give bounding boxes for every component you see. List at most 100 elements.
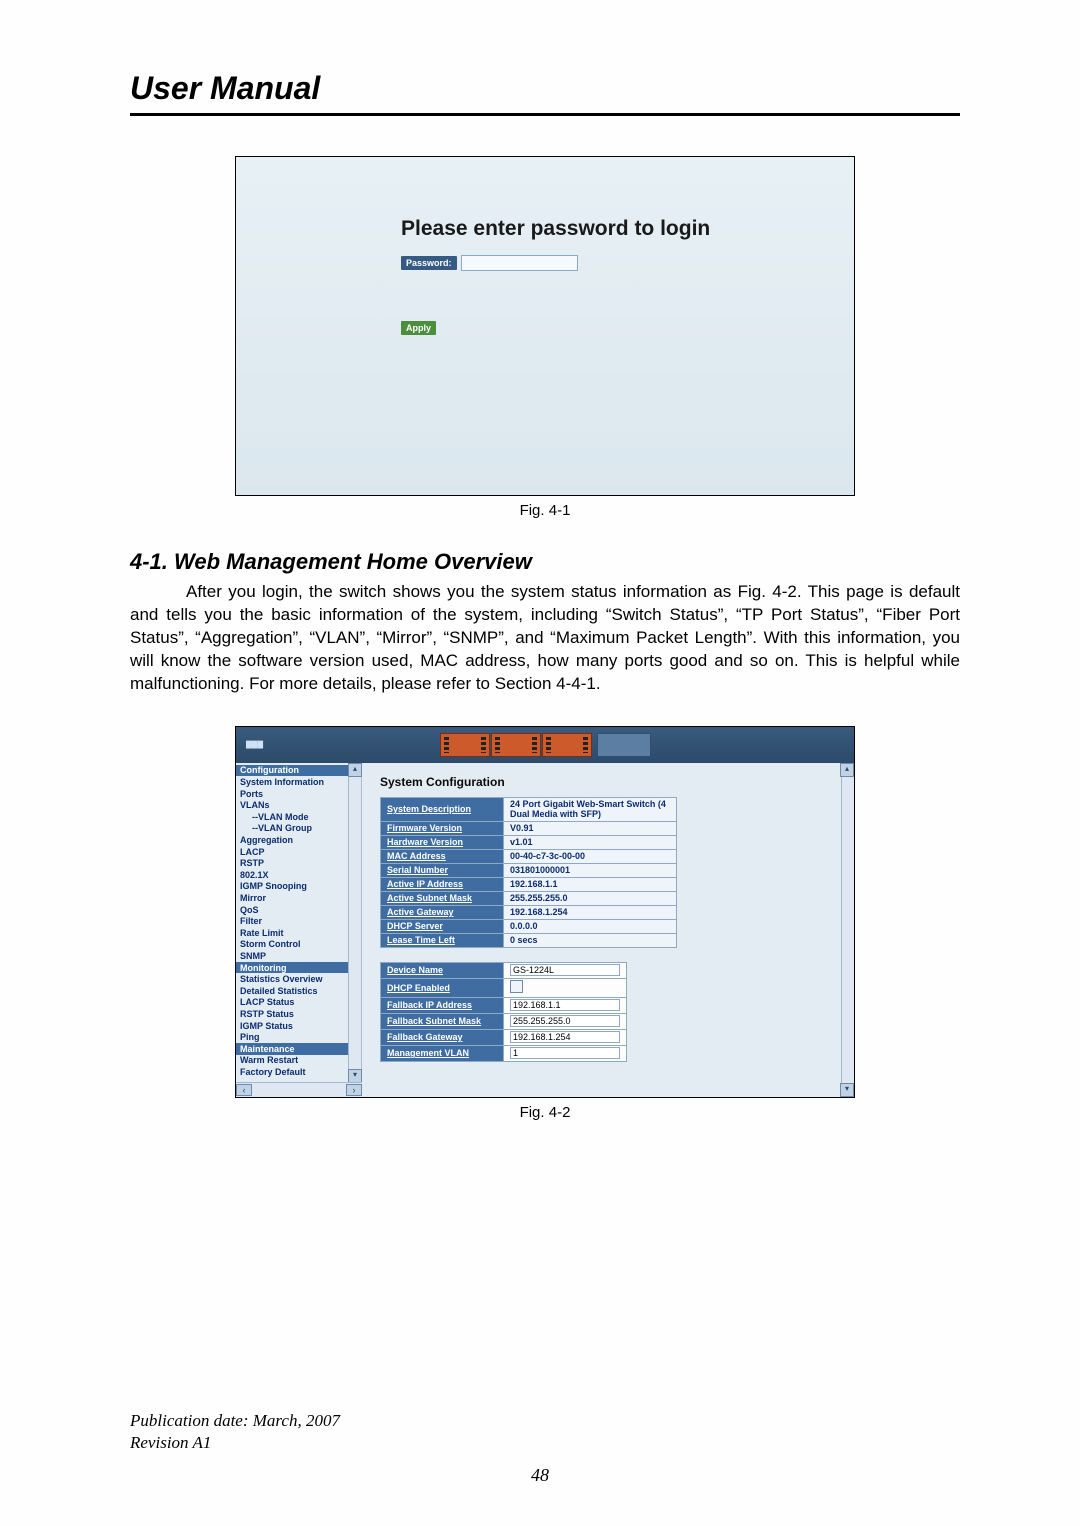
password-input[interactable] [461,255,578,271]
sidebar-item-vlans[interactable]: VLANs [236,799,361,811]
row-value: 192.168.1.254 [504,905,677,919]
row-value [504,962,627,978]
sidebar-item-igmp-status[interactable]: IGMP Status [236,1020,361,1032]
table-row: Fallback Gateway [381,1029,627,1045]
config-sidebar: ConfigurationSystem InformationPortsVLAN… [236,763,362,1097]
sidebar-item-filter[interactable]: Filter [236,915,361,927]
system-config-screenshot: ▄▄▄▀▀▀ ConfigurationSystem InformationPo… [235,726,855,1098]
switch-ports-graphic [440,733,651,757]
sidebar-scrollbar[interactable] [348,777,361,1069]
sidebar-scroll-down-icon[interactable]: ▾ [348,1069,362,1083]
sidebar-item-mirror[interactable]: Mirror [236,892,361,904]
row-key: System Description [381,797,504,821]
sidebar-item-statistics-overview[interactable]: Statistics Overview [236,973,361,985]
table-row: Fallback IP Address [381,997,627,1013]
sidebar-item-ports[interactable]: Ports [236,788,361,800]
row-value: v1.01 [504,835,677,849]
row-key: Hardware Version [381,835,504,849]
main-scroll-down-icon[interactable]: ▾ [840,1083,854,1097]
row-key: Management VLAN [381,1045,504,1061]
switch-banner: ▄▄▄▀▀▀ [236,727,854,763]
checkbox[interactable] [510,980,523,993]
table-row: Active IP Address192.168.1.1 [381,877,677,891]
row-key: Device Name [381,962,504,978]
row-value [504,997,627,1013]
sidebar-item-vlan-mode[interactable]: --VLAN Mode [236,811,361,823]
sidebar-item-factory-default[interactable]: Factory Default [236,1066,361,1078]
login-screenshot: Please enter password to login Password:… [235,156,855,496]
banner-logo: ▄▄▄▀▀▀ [246,737,263,753]
publication-block: Publication date: March, 2007 Revision A… [130,1410,340,1454]
text-input[interactable] [510,1031,620,1043]
row-key: MAC Address [381,849,504,863]
sidebar-item-maintenance: Maintenance [236,1043,361,1055]
table-row: Active Subnet Mask255.255.255.0 [381,891,677,905]
row-key: DHCP Enabled [381,978,504,997]
table-row: System Description24 Port Gigabit Web-Sm… [381,797,677,821]
row-key: Fallback Subnet Mask [381,1013,504,1029]
sidebar-item-rstp[interactable]: RSTP [236,857,361,869]
sidebar-item-vlan-group[interactable]: --VLAN Group [236,823,361,835]
table-row: Active Gateway192.168.1.254 [381,905,677,919]
sidebar-item-configuration: Configuration [236,765,361,777]
text-input[interactable] [510,999,620,1011]
table-row: Lease Time Left0 secs [381,933,677,947]
row-key: Active Subnet Mask [381,891,504,905]
row-key: Fallback Gateway [381,1029,504,1045]
password-label: Password: [401,256,457,270]
password-row: Password: [401,255,834,271]
text-input[interactable] [510,1047,620,1059]
sidebar-item-qos[interactable]: QoS [236,904,361,916]
table-row: Hardware Versionv1.01 [381,835,677,849]
sidebar-item-system-information[interactable]: System Information [236,776,361,788]
row-value: 031801000001 [504,863,677,877]
table-row: DHCP Enabled [381,978,627,997]
sidebar-item-rate-limit[interactable]: Rate Limit [236,927,361,939]
sidebar-item-lacp[interactable]: LACP [236,846,361,858]
table-row: Serial Number031801000001 [381,863,677,877]
row-value [504,1013,627,1029]
sidebar-item-snmp[interactable]: SNMP [236,950,361,962]
apply-button[interactable]: Apply [401,321,436,335]
row-key: Serial Number [381,863,504,877]
row-value [504,978,627,997]
table-row: Device Name [381,962,627,978]
row-value: 192.168.1.1 [504,877,677,891]
sidebar-item-storm-control[interactable]: Storm Control [236,939,361,951]
row-value: 0.0.0.0 [504,919,677,933]
system-info-table: System Description24 Port Gigabit Web-Sm… [380,797,677,948]
row-value [504,1029,627,1045]
panel-title: System Configuration [380,775,844,789]
sidebar-item-monitoring: Monitoring [236,962,361,974]
row-key: Active Gateway [381,905,504,919]
main-scrollbar[interactable] [841,777,854,1083]
text-input[interactable] [510,964,620,976]
table-row: MAC Address00-40-c7-3c-00-00 [381,849,677,863]
sidebar-hscroll[interactable]: ‹› [236,1082,362,1097]
sidebar-scroll-up-icon[interactable]: ▴ [348,763,362,777]
main-scroll-up-icon[interactable]: ▴ [840,763,854,777]
sidebar-item-igmp-snooping[interactable]: IGMP Snooping [236,881,361,893]
table-row: Management VLAN [381,1045,627,1061]
document-title: User Manual [130,70,960,107]
row-key: Lease Time Left [381,933,504,947]
row-value: 24 Port Gigabit Web-Smart Switch (4 Dual… [504,797,677,821]
row-value: 255.255.255.0 [504,891,677,905]
sidebar-item-detailed-statistics[interactable]: Detailed Statistics [236,985,361,997]
sidebar-item-rstp-status[interactable]: RSTP Status [236,1008,361,1020]
sidebar-item-802-1x[interactable]: 802.1X [236,869,361,881]
text-input[interactable] [510,1015,620,1027]
sidebar-item-ping[interactable]: Ping [236,1031,361,1043]
page-number: 48 [0,1465,1080,1486]
fig-4-1-caption: Fig. 4-1 [130,502,960,519]
sidebar-item-aggregation[interactable]: Aggregation [236,834,361,846]
system-settings-table: Device NameDHCP EnabledFallback IP Addre… [380,962,627,1062]
sidebar-item-warm-restart[interactable]: Warm Restart [236,1055,361,1067]
table-row: DHCP Server0.0.0.0 [381,919,677,933]
sidebar-item-lacp-status[interactable]: LACP Status [236,997,361,1009]
login-headline: Please enter password to login [401,217,834,241]
fig-4-2-caption: Fig. 4-2 [130,1104,960,1121]
table-row: Firmware VersionV0.91 [381,821,677,835]
row-value: V0.91 [504,821,677,835]
title-divider [130,113,960,116]
